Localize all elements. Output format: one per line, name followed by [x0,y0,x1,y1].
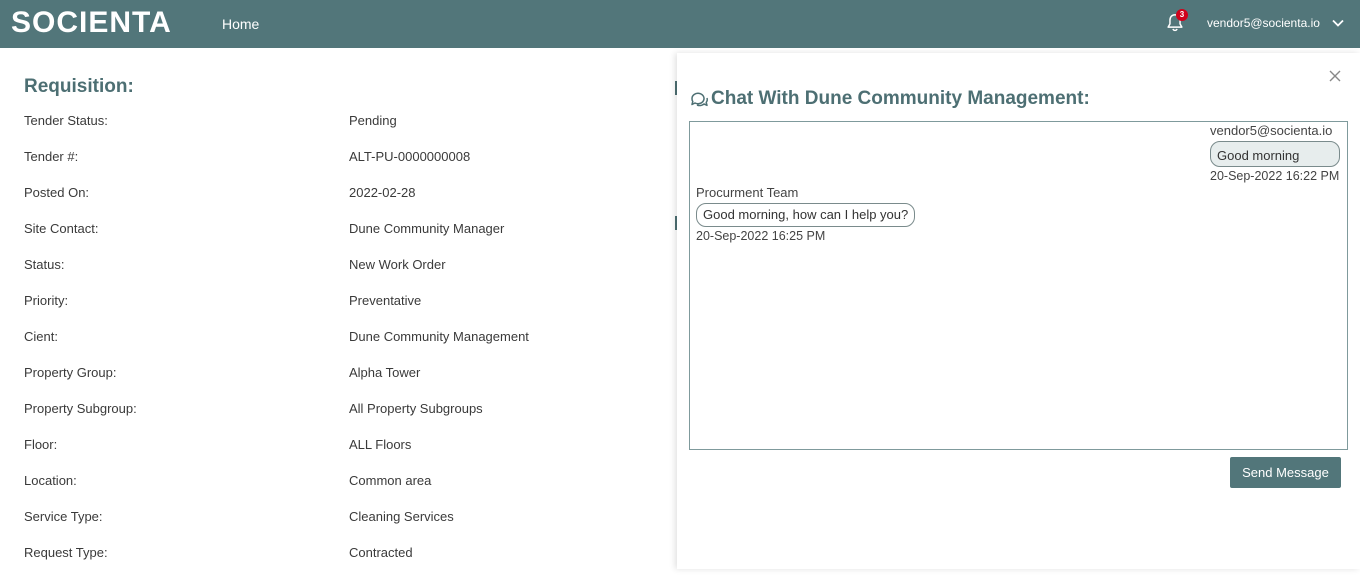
detail-label: Request Type: [24,545,108,560]
detail-label: Cient: [24,329,58,344]
user-menu-email[interactable]: vendor5@socienta.io [1207,16,1320,30]
detail-value: Dune Community Management [349,329,529,344]
socienta-logo[interactable]: SOCIENTA [11,6,172,40]
detail-row: Status: New Work Order [24,254,664,290]
requisition-title: Requisition: [24,76,134,97]
detail-value: All Property Subgroups [349,401,483,416]
message-timestamp: 20-Sep-2022 16:22 PM [1210,169,1340,183]
detail-value: 2022-02-28 [349,185,416,200]
detail-label: Tender #: [24,149,79,164]
detail-label: Tender Status: [24,113,108,128]
detail-row: Site Contact: Dune Community Manager [24,218,664,254]
detail-row: Tender Status: Pending [24,110,664,146]
detail-label: Status: [24,257,65,272]
chat-bubbles-icon [691,92,708,107]
detail-label: Location: [24,473,77,488]
chat-title: Chat With Dune Community Management: [711,88,1090,109]
message-bubble: Good morning [1210,141,1340,167]
message-bubble: Good morning, how can I help you? [696,203,916,227]
message-sender: vendor5@socienta.io [1210,123,1333,138]
detail-row: Property Subgroup: All Property Subgroups [24,398,664,434]
detail-label: Posted On: [24,185,90,200]
chat-message-incoming: Procurment Team Good morning, how can I … [696,185,916,244]
detail-row: Priority: Preventative [24,290,664,326]
detail-value: ALT-PU-0000000008 [349,149,471,164]
detail-label: Property Subgroup: [24,401,137,416]
requisition-details: Tender Status: Pending Tender #: ALT-PU-00… [24,110,664,578]
close-icon[interactable] [1328,69,1342,83]
detail-row: Floor: ALL Floors [24,434,664,470]
detail-label: Priority: [24,293,69,308]
detail-row: Location: Common area [24,470,664,506]
detail-row: Service Type: Cleaning Services [24,506,664,542]
detail-value: Alpha Tower [349,365,421,380]
chat-message-list[interactable]: vendor5@socienta.io Good morning 20-Sep-… [689,121,1348,450]
top-navbar: SOCIENTA Home 3 vendor5@socienta.io [0,0,1360,48]
detail-row: Property Group: Alpha Tower [24,362,664,398]
detail-value: Contracted [349,545,413,560]
detail-row: Tender #: ALT-PU-0000000008 [24,146,664,182]
detail-value: ALL Floors [349,437,412,452]
detail-value: Pending [349,113,397,128]
detail-value: Preventative [349,293,422,308]
detail-label: Property Group: [24,365,117,380]
send-message-button[interactable]: Send Message [1230,457,1341,488]
detail-row: Cient: Dune Community Management [24,326,664,362]
notification-count-badge: 3 [1176,9,1188,21]
detail-row: Posted On: 2022-02-28 [24,182,664,218]
message-timestamp: 20-Sep-2022 16:25 PM [696,229,826,243]
chevron-down-icon[interactable] [1331,16,1345,30]
message-sender: Procurment Team [696,185,799,200]
detail-value: Common area [349,473,432,488]
chat-message-outgoing: vendor5@socienta.io Good morning 20-Sep-… [1210,123,1341,184]
chat-panel: Chat With Dune Community Management: ven… [677,53,1360,569]
detail-label: Service Type: [24,509,103,524]
detail-label: Floor: [24,437,58,452]
detail-label: Site Contact: [24,221,99,236]
detail-value: Cleaning Services [349,509,454,524]
nav-home-link[interactable]: Home [222,16,259,32]
detail-value: Dune Community Manager [349,221,505,236]
detail-value: New Work Order [349,257,446,272]
detail-row: Request Type: Contracted [24,542,664,578]
